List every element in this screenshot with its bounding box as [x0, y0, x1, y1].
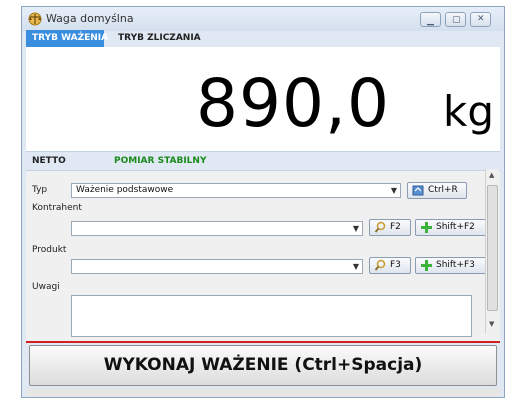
uwagi-textarea[interactable]	[71, 295, 472, 337]
close-icon: ✕	[477, 14, 485, 24]
plus-icon	[421, 260, 432, 271]
produkt-add-button[interactable]: Shift+F3	[415, 257, 495, 274]
kontrahent-add-label: Shift+F2	[436, 222, 475, 232]
kontrahent-add-button[interactable]: Shift+F2	[415, 219, 495, 236]
produkt-search-label: F3	[390, 260, 401, 270]
search-icon	[374, 259, 386, 271]
scroll-up-icon: ▲	[489, 171, 495, 179]
perform-weighing-button[interactable]: WYKONAJ WAŻENIE (Ctrl+Spacja)	[29, 345, 497, 386]
app-window: Waga domyślna ▁ ▢ ✕ TRYB WAŻENIA TRYB ZL…	[21, 6, 505, 398]
chevron-down-icon: ▼	[390, 186, 397, 195]
typ-shortcut-button[interactable]: Ctrl+R	[407, 182, 467, 199]
weight-display: 890,0 kg	[26, 47, 500, 151]
minimize-button[interactable]: ▁	[420, 12, 441, 27]
kontrahent-label: Kontrahent	[32, 203, 82, 213]
separator-line	[26, 341, 500, 343]
form-scrollbar[interactable]: ▲ ▼	[485, 169, 499, 333]
scroll-down-icon: ▼	[489, 320, 495, 328]
stability-status: POMIAR STABILNY	[114, 156, 207, 166]
plus-icon	[421, 222, 432, 233]
tab-counting-mode[interactable]: TRYB ZLICZANIA	[112, 30, 207, 47]
refresh-icon	[412, 185, 424, 196]
tab-weighing-mode[interactable]: TRYB WAŻENIA	[26, 30, 108, 47]
typ-select[interactable]: Ważenie podstawowe ▼	[71, 183, 401, 198]
scrollbar-thumb[interactable]	[487, 185, 498, 311]
search-icon	[374, 221, 386, 233]
netto-label: NETTO	[32, 156, 66, 166]
produkt-add-label: Shift+F3	[436, 260, 475, 270]
produkt-select[interactable]: ▼	[71, 259, 363, 274]
close-button[interactable]: ✕	[470, 12, 491, 27]
kontrahent-search-button[interactable]: F2	[369, 219, 411, 236]
status-bar-weight: NETTO POMIAR STABILNY	[26, 151, 500, 171]
uwagi-label: Uwagi	[32, 282, 60, 292]
window-title: Waga domyślna	[46, 12, 134, 25]
chevron-down-icon: ▼	[352, 262, 359, 271]
maximize-button[interactable]: ▢	[445, 12, 466, 27]
weighing-form: Typ Ważenie podstawowe ▼ Ctrl+R Kontrahe…	[26, 171, 500, 343]
scale-icon	[28, 12, 42, 26]
weight-value: 890,0	[196, 65, 390, 142]
typ-shortcut-label: Ctrl+R	[428, 185, 458, 195]
kontrahent-select[interactable]: ▼	[71, 221, 363, 236]
title-bar[interactable]: Waga domyślna ▁ ▢ ✕	[22, 7, 504, 31]
minimize-icon: ▁	[427, 16, 434, 26]
typ-label: Typ	[32, 185, 48, 195]
chevron-down-icon: ▼	[352, 224, 359, 233]
typ-value: Ważenie podstawowe	[76, 185, 174, 195]
kontrahent-search-label: F2	[390, 222, 401, 232]
maximize-icon: ▢	[452, 15, 461, 25]
status-bar	[26, 388, 500, 397]
produkt-search-button[interactable]: F3	[369, 257, 411, 274]
produkt-label: Produkt	[32, 245, 67, 255]
weight-unit: kg	[443, 87, 494, 136]
